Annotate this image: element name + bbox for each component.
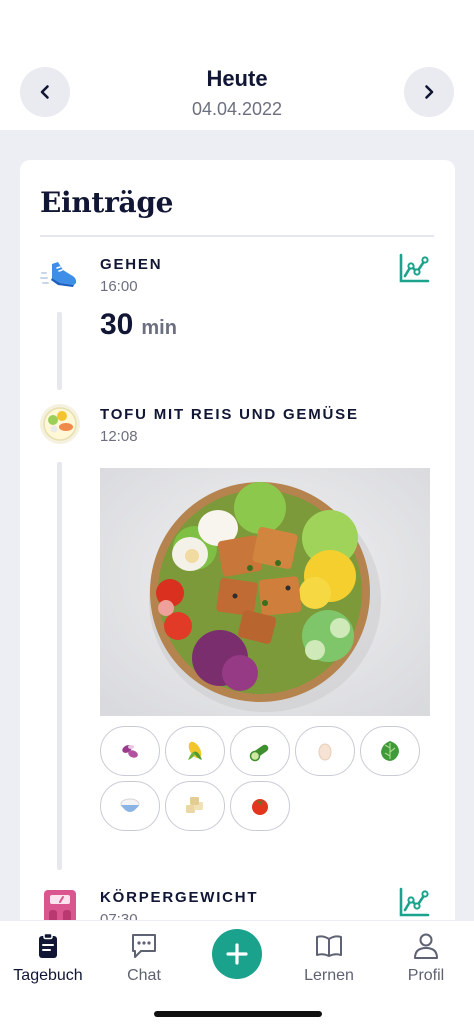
book-icon	[316, 935, 342, 957]
entry-name: GEHEN	[100, 256, 163, 273]
tab-bar: Tagebuch Chat Lernen Profil	[0, 920, 474, 1026]
plus-icon	[226, 943, 248, 965]
running-shoe-icon	[40, 262, 77, 287]
duration-value: 30	[100, 308, 134, 341]
page-title: Heute	[206, 66, 268, 91]
entries-card: Einträge GEHEN 16:00 30 min TOFU MIT REI…	[20, 160, 455, 960]
line-chart-icon[interactable]	[398, 886, 430, 918]
next-day-button[interactable]	[404, 67, 454, 117]
ingredient-chip-egg[interactable]	[295, 726, 355, 776]
entry-time: 16:00	[100, 278, 138, 295]
tab-tagebuch[interactable]: Tagebuch	[3, 931, 93, 985]
add-entry-button[interactable]	[212, 929, 262, 979]
timeline-line	[57, 462, 62, 870]
line-chart-icon[interactable]	[398, 252, 430, 284]
divider	[40, 235, 434, 237]
entry-name: TOFU MIT REIS UND GEMÜSE	[100, 406, 359, 423]
ingredient-chip-tomato[interactable]	[230, 781, 290, 831]
entries-title: Einträge	[40, 186, 174, 219]
ingredient-chip-beans[interactable]	[100, 726, 160, 776]
tomato-icon	[252, 799, 268, 815]
lettuce-icon	[381, 741, 399, 761]
meal-photo[interactable]	[100, 468, 430, 716]
duration-unit: min	[141, 317, 177, 339]
person-icon	[414, 933, 438, 959]
tab-chat[interactable]: Chat	[99, 931, 189, 985]
chevron-right-icon	[425, 85, 434, 99]
header: Heute 04.04.2022	[0, 0, 474, 130]
corn-icon	[188, 741, 202, 760]
tab-label: Lernen	[304, 967, 354, 984]
ingredient-chip-lettuce[interactable]	[360, 726, 420, 776]
meal-bowl-icon	[40, 404, 80, 444]
timeline-line	[57, 312, 62, 390]
home-indicator	[154, 1011, 322, 1017]
tofu-icon	[186, 797, 203, 813]
ingredient-chip-corn[interactable]	[165, 726, 225, 776]
cucumber-icon	[249, 744, 269, 762]
tab-label: Profil	[407, 967, 445, 984]
clipboard-icon	[39, 932, 57, 958]
activity-duration: 30 min	[100, 308, 177, 342]
meal-photo-image	[100, 468, 430, 716]
rice-bowl-icon	[120, 798, 140, 812]
tab-profil[interactable]: Profil	[381, 931, 471, 985]
egg-icon	[318, 743, 332, 761]
entry-time: 12:08	[100, 428, 138, 445]
tab-lernen[interactable]: Lernen	[284, 931, 374, 985]
ingredient-chip-tofu[interactable]	[165, 781, 225, 831]
ingredient-chip-cucumber[interactable]	[230, 726, 290, 776]
chat-bubble-icon	[132, 934, 156, 958]
tab-label: Chat	[127, 967, 161, 984]
entry-name: KÖRPERGEWICHT	[100, 889, 259, 906]
kidney-beans-icon	[122, 745, 138, 758]
tab-label: Tagebuch	[13, 967, 83, 984]
page-date: 04.04.2022	[191, 99, 283, 119]
ingredient-chip-rice[interactable]	[100, 781, 160, 831]
